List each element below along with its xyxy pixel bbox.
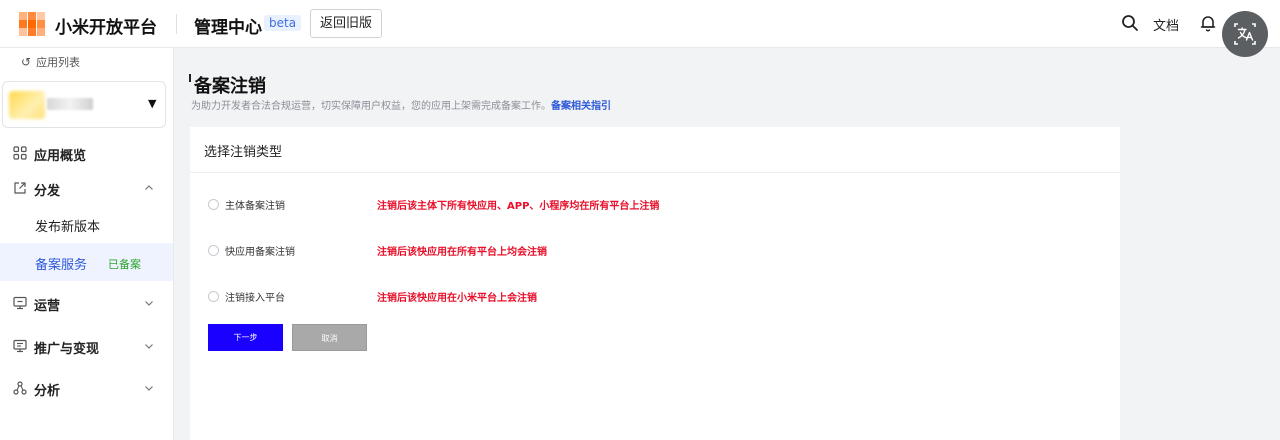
page-description-text: 为助力开发者合法合规运营，切实保障用户权益，您的应用上架需完成备案工作。 (191, 101, 551, 112)
translate-icon (1234, 23, 1256, 45)
filing-guide-link[interactable]: 备案相关指引 (551, 101, 611, 112)
external-link-icon (14, 182, 26, 194)
logo-icon[interactable] (19, 12, 45, 36)
chevron-up-icon (145, 185, 153, 190)
option-label: 快应用备案注销 (225, 247, 295, 258)
monitor-icon (13, 296, 27, 310)
deregistration-card: 选择注销类型 主体备案注销 注销后该主体下所有快应用、APP、小程序均在所有平台… (190, 127, 1120, 440)
option-entity-deregistration[interactable]: 主体备案注销 注销后该主体下所有快应用、APP、小程序均在所有平台上注销 (208, 195, 1108, 215)
next-step-button[interactable]: 下一步 (208, 324, 283, 351)
sidebar-item-label: 推广与变现 (34, 342, 100, 357)
option-warning-note: 注销后该快应用在小米平台上会注销 (377, 293, 537, 304)
sidebar-item-distribution[interactable]: 分发 (0, 170, 173, 208)
option-label: 注销接入平台 (225, 293, 285, 304)
title-marker (189, 74, 191, 82)
sidebar-item-label: 分析 (34, 384, 61, 399)
docs-link[interactable]: 文档 (1153, 15, 1179, 34)
chevron-down-icon (145, 344, 153, 349)
beta-badge: beta (264, 15, 302, 31)
top-bar: 小米开放平台 管理中心 beta 返回旧版 文档 (0, 0, 1280, 48)
sidebar-subitem-filing-service[interactable]: 备案服务 已备案 (0, 243, 173, 281)
nodes-icon (13, 381, 27, 395)
radio-button[interactable] (208, 199, 219, 210)
chevron-down-icon (145, 301, 153, 306)
sidebar-item-label: 应用概览 (34, 149, 87, 164)
page-title: 备案注销 (194, 76, 266, 97)
monitor-chat-icon (13, 339, 27, 353)
sidebar-subitem-label: 发布新版本 (35, 220, 101, 235)
undo-arrow-icon: ↺ (21, 55, 32, 69)
sidebar-item-label: 运营 (34, 299, 61, 314)
header-divider (176, 14, 177, 34)
sidebar-subitem-publish-version[interactable]: 发布新版本 (0, 205, 173, 243)
chevron-down-icon (145, 386, 153, 391)
page-description: 为助力开发者合法合规运营，切实保障用户权益，您的应用上架需完成备案工作。备案相关… (191, 97, 611, 112)
sidebar-item-promotion[interactable]: 推广与变现 (0, 328, 173, 366)
card-title: 选择注销类型 (204, 145, 283, 160)
back-to-app-list-link[interactable]: ↺ 应用列表 (21, 54, 80, 70)
sidebar-item-analytics[interactable]: 分析 (0, 370, 173, 408)
cancel-button[interactable]: 取消 (292, 324, 367, 351)
app-thumbnail (9, 91, 45, 119)
sidebar-item-operations[interactable]: 运营 (0, 285, 173, 323)
bell-icon[interactable] (1199, 14, 1217, 32)
option-warning-note: 注销后该主体下所有快应用、APP、小程序均在所有平台上注销 (377, 201, 660, 212)
sidebar-item-overview[interactable]: 应用概览 (0, 135, 173, 173)
back-link-label: 应用列表 (36, 56, 81, 69)
option-warning-note: 注销后该快应用在所有平台上均会注销 (377, 247, 547, 258)
app-selector[interactable]: ▼ (2, 81, 166, 128)
section-title: 管理中心 (194, 18, 262, 38)
card-header: 选择注销类型 (190, 127, 1120, 173)
filed-status-badge: 已备案 (108, 258, 141, 271)
brand-name[interactable]: 小米开放平台 (55, 13, 157, 38)
app-name-redacted (47, 98, 93, 110)
sidebar-subitem-label: 备案服务 (35, 258, 88, 273)
search-icon[interactable] (1121, 14, 1139, 32)
option-label: 主体备案注销 (225, 201, 285, 212)
return-old-version-button[interactable]: 返回旧版 (310, 9, 382, 38)
caret-down-icon: ▼ (148, 97, 157, 110)
grid-icon (13, 146, 27, 160)
radio-button[interactable] (208, 291, 219, 302)
radio-button[interactable] (208, 245, 219, 256)
option-platform-deregistration[interactable]: 注销接入平台 注销后该快应用在小米平台上会注销 (208, 287, 1108, 307)
sidebar: ↺ 应用列表 ▼ 应用概览 分发 发布新版本 备案服务 已备案 运营 推广与变现… (0, 48, 174, 440)
sidebar-item-label: 分发 (34, 184, 61, 199)
option-quickapp-deregistration[interactable]: 快应用备案注销 注销后该快应用在所有平台上均会注销 (208, 241, 1108, 261)
translate-button[interactable] (1222, 11, 1268, 57)
